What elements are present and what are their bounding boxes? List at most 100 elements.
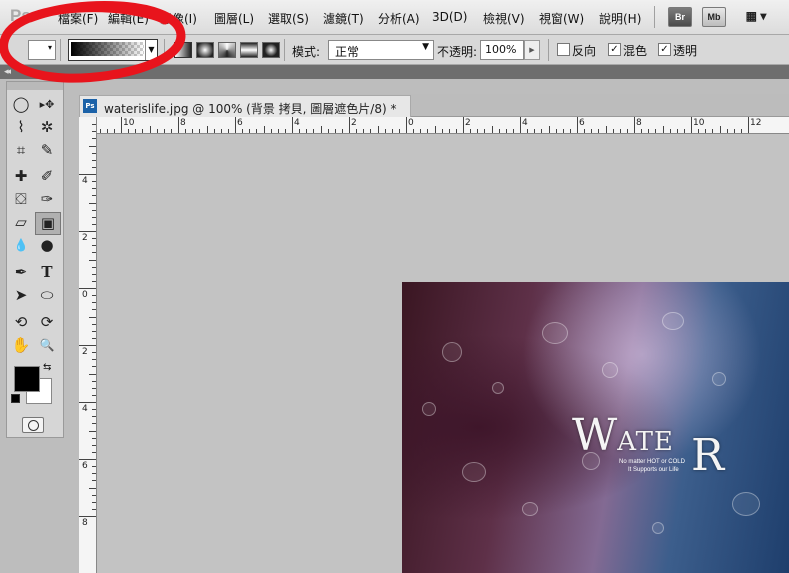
menu-select[interactable]: 選取(S) — [268, 10, 309, 27]
crop-tool-icon[interactable]: ⌗ — [9, 140, 33, 161]
ruler-minor-tick — [527, 129, 529, 133]
ruler-minor-tick — [413, 129, 415, 133]
angle-gradient-button[interactable] — [218, 42, 236, 58]
3d-orbit-tool-icon[interactable]: ⟳ — [35, 312, 59, 333]
menu-window[interactable]: 視窗(W) — [539, 10, 584, 27]
diamond-gradient-button[interactable] — [262, 42, 280, 58]
ruler-major-tick — [520, 117, 521, 133]
launch-bridge-button[interactable]: Br — [668, 7, 692, 27]
mini-bridge-button[interactable]: Mb — [702, 7, 726, 27]
ruler-label: 4 — [294, 118, 300, 128]
menu-3d[interactable]: 3D(D) — [432, 10, 467, 24]
ruler-label: 4 — [82, 404, 88, 414]
ruler-minor-tick — [89, 202, 96, 204]
magic-wand-tool-icon[interactable]: ✲ — [35, 117, 59, 138]
ruler-label: 12 — [750, 118, 762, 128]
water-droplet — [492, 382, 504, 394]
ruler-minor-tick — [448, 129, 450, 133]
ruler-minor-tick — [92, 494, 96, 496]
history-brush-tool-icon[interactable]: ✑ — [35, 189, 59, 210]
eyedropper-tool-icon[interactable]: ✎ — [35, 140, 59, 161]
healing-brush-tool-icon[interactable]: ✚ — [9, 166, 33, 187]
menu-layer[interactable]: 圖層(L) — [214, 10, 254, 27]
ruler-minor-tick — [341, 129, 343, 133]
gradient-tool-icon[interactable]: ▣ — [35, 212, 61, 235]
ruler-minor-tick — [512, 129, 514, 133]
blend-mode-select[interactable]: 正常 ▼ — [328, 40, 434, 60]
opacity-slider-button[interactable]: ▶ — [524, 40, 540, 60]
ruler-minor-tick — [92, 416, 96, 418]
ruler-major-tick — [748, 117, 749, 133]
ruler-minor-tick — [676, 129, 678, 133]
ruler-minor-tick — [705, 129, 707, 133]
ruler-minor-tick — [92, 387, 96, 389]
ruler-major-tick — [79, 402, 96, 403]
hand-tool-icon[interactable]: ✋ — [9, 335, 33, 356]
dodge-tool-icon[interactable]: ● — [35, 235, 59, 256]
ruler-minor-tick — [263, 126, 265, 133]
ruler-label: 2 — [351, 118, 357, 128]
ruler-minor-tick — [135, 129, 137, 133]
screen-mode-button[interactable]: ▦ ▾ — [738, 7, 774, 25]
ruler-minor-tick — [92, 330, 96, 332]
ruler-minor-tick — [249, 129, 251, 133]
ruler-minor-tick — [92, 352, 96, 354]
menu-analysis[interactable]: 分析(A) — [378, 10, 420, 27]
ruler-minor-tick — [256, 129, 258, 133]
water-droplet — [712, 372, 726, 386]
vertical-ruler[interactable]: 4 2 0 2 4 6 8 — [79, 117, 97, 573]
ruler-minor-tick — [740, 129, 742, 133]
ruler-minor-tick — [548, 126, 550, 133]
ruler-label: 10 — [693, 118, 705, 128]
ruler-minor-tick — [92, 280, 96, 282]
foreground-color-swatch[interactable] — [14, 366, 40, 392]
ellipse-shape-tool-icon[interactable]: ⬭ — [35, 285, 59, 306]
ruler-minor-tick — [434, 126, 436, 133]
ruler-minor-tick — [192, 129, 194, 133]
document-image[interactable]: WATE R No matter HOT or COLD It Supports… — [402, 282, 789, 573]
ruler-minor-tick — [726, 129, 728, 133]
menu-view[interactable]: 檢視(V) — [483, 10, 525, 27]
path-selection-tool-icon[interactable]: ➤ — [9, 285, 33, 306]
brush-tool-icon[interactable]: ✐ — [35, 166, 59, 187]
ruler-major-tick — [79, 174, 96, 175]
ruler-minor-tick — [92, 159, 96, 161]
blend-mode-value: 正常 — [335, 45, 360, 59]
swap-colors-icon[interactable]: ⇆ — [43, 362, 51, 373]
opacity-input[interactable]: 100% — [480, 40, 524, 60]
reverse-checkbox[interactable] — [557, 43, 570, 56]
horizontal-ruler[interactable]: 10 8 6 4 2 0 2 4 6 8 10 12 — [97, 117, 789, 134]
dither-checkbox[interactable]: ✓ — [608, 43, 621, 56]
menu-filter[interactable]: 濾鏡(T) — [323, 10, 364, 27]
type-tool-icon[interactable]: T — [35, 262, 59, 283]
ruler-minor-tick — [655, 129, 657, 133]
3d-rotate-tool-icon[interactable]: ⟲ — [9, 312, 33, 333]
ruler-minor-tick — [92, 209, 96, 211]
ruler-minor-tick — [92, 473, 96, 475]
default-colors-icon[interactable] — [11, 394, 20, 403]
water-droplet — [522, 502, 538, 516]
eraser-tool-icon[interactable]: ▱ — [9, 212, 33, 233]
ruler-label: 0 — [82, 290, 88, 300]
lasso-tool-icon[interactable]: ⌇ — [9, 117, 33, 138]
ruler-label: 6 — [579, 118, 585, 128]
ruler-minor-tick — [92, 152, 96, 154]
water-droplet — [652, 522, 664, 534]
ruler-minor-tick — [92, 295, 96, 297]
ruler-minor-tick — [113, 129, 115, 133]
reflected-gradient-button[interactable] — [240, 42, 258, 58]
annotation-stroke — [0, 1, 186, 83]
zoom-tool-icon[interactable]: 🔍 — [35, 335, 59, 356]
ruler-minor-tick — [698, 129, 700, 133]
menu-help[interactable]: 說明(H) — [599, 10, 641, 27]
ruler-minor-tick — [92, 302, 96, 304]
transparency-checkbox[interactable]: ✓ — [658, 43, 671, 56]
ruler-minor-tick — [92, 444, 96, 446]
clone-stamp-tool-icon[interactable]: ⛋ — [9, 189, 33, 210]
quick-mask-button[interactable] — [22, 417, 44, 433]
blur-tool-icon[interactable]: 💧 — [9, 235, 33, 256]
ruler-minor-tick — [277, 129, 279, 133]
pen-tool-icon[interactable]: ✒ — [9, 262, 33, 283]
ruler-minor-tick — [505, 129, 507, 133]
ruler-major-tick — [79, 231, 96, 232]
